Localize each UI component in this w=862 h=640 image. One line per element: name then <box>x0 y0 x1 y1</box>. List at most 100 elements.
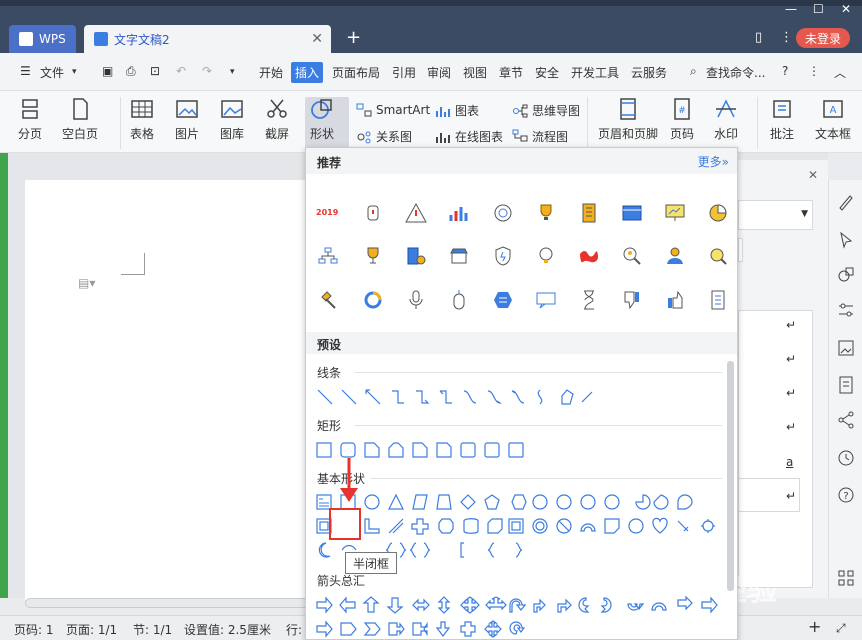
more-dots-icon[interactable]: ⋮ <box>780 30 793 45</box>
trophy-icon[interactable] <box>534 201 558 225</box>
basic-shape-row-1[interactable] <box>316 493 726 511</box>
hamburger-icon[interactable]: ☰ <box>20 64 31 78</box>
preview-icon[interactable]: ⊡ <box>150 64 160 78</box>
magnifier-icon[interactable] <box>706 244 730 268</box>
headerfooter-button[interactable]: 页眉和页脚 <box>598 91 658 142</box>
cursor-icon[interactable] <box>836 230 856 250</box>
more-dots-menu-icon[interactable]: ⋮ <box>808 64 820 78</box>
mouse-icon[interactable] <box>447 288 471 312</box>
redo-icon[interactable]: ↷ <box>202 64 212 78</box>
basic-shape-row-2[interactable] <box>316 517 726 535</box>
menu-home[interactable]: 开始 <box>259 64 283 81</box>
quick-dropdown-icon[interactable]: ▾ <box>230 67 235 77</box>
undo-icon[interactable]: ↶ <box>176 64 186 78</box>
lines-shape-row[interactable] <box>316 388 596 406</box>
gallery-button[interactable]: 图库 <box>220 91 244 142</box>
pen-icon[interactable] <box>836 192 856 212</box>
document-panel-icon[interactable] <box>836 375 856 395</box>
login-button[interactable]: 未登录 <box>796 28 850 48</box>
rect-shape-row[interactable] <box>316 441 536 459</box>
cup-award-icon[interactable] <box>361 244 385 268</box>
year-2019-icon[interactable]: 2019 <box>316 201 340 225</box>
expand-icon[interactable]: ⤢ <box>836 621 846 636</box>
relation-button[interactable]: 关系图 <box>356 128 412 145</box>
history-icon[interactable] <box>836 448 856 468</box>
zoom-in-icon[interactable]: + <box>808 617 821 636</box>
shop-icon[interactable] <box>447 244 471 268</box>
settings-sliders-icon[interactable] <box>836 300 856 320</box>
menu-reference[interactable]: 引用 <box>392 64 416 81</box>
chart-button[interactable]: 图表 <box>435 102 479 119</box>
dropdown-scrollbar[interactable] <box>727 361 734 591</box>
flowchart-button[interactable]: 流程图 <box>512 128 568 145</box>
world-map-icon[interactable] <box>577 244 601 268</box>
help-circle-icon[interactable]: ? <box>836 485 856 505</box>
menu-security[interactable]: 安全 <box>535 64 559 81</box>
menu-view[interactable]: 视图 <box>463 64 487 81</box>
close-tab-icon[interactable]: ✕ <box>311 31 323 47</box>
gavel-icon[interactable] <box>316 288 340 312</box>
lantern-icon[interactable] <box>361 201 385 225</box>
picture-button[interactable]: 图片 <box>175 91 199 142</box>
command-search[interactable]: 查找命令... <box>706 64 765 81</box>
minimize-icon[interactable]: — <box>785 2 797 16</box>
user-icon[interactable] <box>663 244 687 268</box>
share-icon[interactable] <box>836 410 856 430</box>
new-tab-button[interactable]: + <box>346 27 361 48</box>
donut-chart-icon[interactable] <box>361 288 385 312</box>
task-pane-input[interactable] <box>738 238 743 262</box>
shape-button[interactable]: 形状 <box>310 91 334 142</box>
bar-chart-icon[interactable] <box>447 201 471 225</box>
save-icon[interactable]: ▣ <box>102 64 113 78</box>
microphone-icon[interactable] <box>404 288 428 312</box>
hexagon-list-icon[interactable] <box>491 288 515 312</box>
blankpage-button[interactable]: 空白页 <box>62 91 98 142</box>
task-pane-close-icon[interactable]: ✕ <box>808 168 818 182</box>
document-list-icon[interactable] <box>706 288 730 312</box>
menu-chapter[interactable]: 章节 <box>499 64 523 81</box>
print-icon[interactable]: ⎙ <box>126 64 136 79</box>
close-window-icon[interactable]: ✕ <box>841 2 851 16</box>
grid-apps-icon[interactable] <box>836 568 856 588</box>
hourglass-icon[interactable] <box>577 288 601 312</box>
arrows-shape-row-2[interactable] <box>316 620 556 638</box>
thumbs-up-icon[interactable] <box>663 288 687 312</box>
chat-bubble-icon[interactable] <box>534 288 558 312</box>
tab-wps[interactable]: WPS <box>9 25 76 53</box>
smartart-button[interactable]: SmartArt <box>356 102 430 118</box>
pagenum-button[interactable]: # 页码 <box>670 91 694 142</box>
menu-insert[interactable]: 插入 <box>291 62 324 83</box>
maximize-icon[interactable]: ☐ <box>813 2 824 16</box>
table-button[interactable]: 表格 <box>130 91 154 142</box>
menu-layout[interactable]: 页面布局 <box>332 64 380 81</box>
help-icon[interactable]: ? <box>782 64 788 78</box>
textbox-button[interactable]: A 文本框 <box>815 91 851 142</box>
menu-file[interactable]: 文件 <box>40 64 64 81</box>
screenshot-button[interactable]: 截屏 <box>265 91 289 142</box>
window-icon[interactable] <box>620 201 644 225</box>
thumbs-down-icon[interactable] <box>620 288 644 312</box>
window-mode-icon[interactable]: ▯ <box>755 30 762 45</box>
menu-review[interactable]: 审阅 <box>427 64 451 81</box>
onlinechart-button[interactable]: 在线图表 <box>435 128 503 145</box>
building-money-icon[interactable] <box>404 244 428 268</box>
lightbulb-icon[interactable] <box>534 244 558 268</box>
menu-cloud[interactable]: 云服务 <box>631 64 667 81</box>
document-page[interactable]: ▤▾ <box>25 180 315 600</box>
target-icon[interactable] <box>491 201 515 225</box>
pie-chart-icon[interactable] <box>706 201 730 225</box>
horizontal-scrollbar[interactable] <box>25 598 315 608</box>
task-pane-select[interactable]: ▼ <box>738 200 813 230</box>
arrows-shape-row-1[interactable] <box>316 596 726 614</box>
mindmap-button[interactable]: 思维导图 <box>512 102 580 119</box>
comment-button[interactable]: 批注 <box>770 91 794 142</box>
watermark-button[interactable]: 水印 <box>714 91 738 142</box>
notebook-icon[interactable] <box>577 201 601 225</box>
shield-icon[interactable] <box>491 244 515 268</box>
search-person-icon[interactable] <box>620 244 644 268</box>
collapse-ribbon-icon[interactable]: ︿ <box>834 64 846 81</box>
shapes-panel-icon[interactable] <box>836 265 856 285</box>
more-link[interactable]: 更多» <box>698 153 729 170</box>
org-chart-icon[interactable] <box>316 244 340 268</box>
pagebreak-button[interactable]: 分页 <box>18 91 42 142</box>
